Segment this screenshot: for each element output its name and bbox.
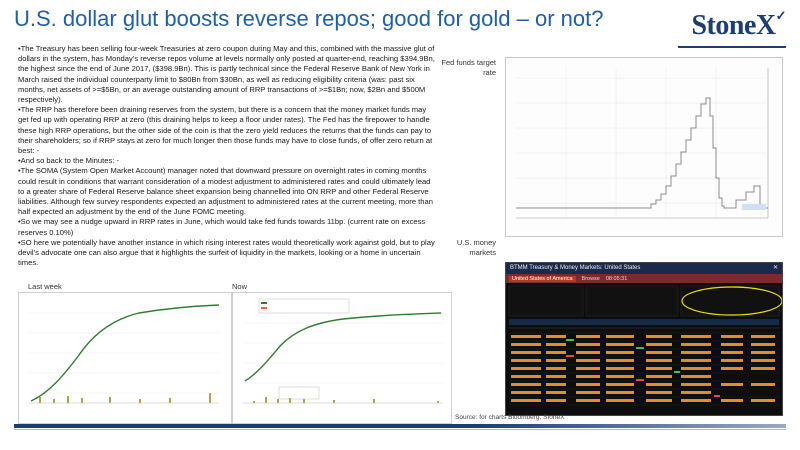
last-week-curve-graphic — [29, 304, 220, 404]
paragraph-2: •The RRP has therefore been draining res… — [18, 105, 433, 156]
bbg-toolbar: United States of America Browse 08:05:31 — [506, 274, 782, 283]
body-text: •The Treasury has been selling four-week… — [18, 44, 438, 268]
logo-underline — [678, 46, 786, 48]
slide-title: U.S. dollar glut boosts reverse repos; g… — [14, 6, 604, 31]
now-curve-chart — [232, 292, 452, 424]
paragraph-1: •The Treasury has been selling four-week… — [18, 44, 435, 105]
now-curve-graphic — [243, 298, 443, 404]
bbg-header: BTMM Treasury & Money Markets: United St… — [510, 265, 641, 271]
fed-funds-label: Fed funds target rate — [441, 58, 496, 77]
bbg-time: 08:05:31 — [605, 275, 628, 282]
fed-funds-chart — [505, 57, 783, 237]
now-label: Now — [232, 282, 248, 291]
bbg-region[interactable]: United States of America — [509, 275, 576, 282]
source-note: Source: for charts Bloomberg, StoneX — [455, 414, 565, 421]
money-markets-screen: BTMM Treasury & Money Markets: United St… — [505, 262, 783, 416]
bbg-grid-graphic — [506, 283, 782, 415]
stonex-logo: StoneX✓ — [691, 7, 786, 41]
bbg-browse[interactable]: Browse — [582, 276, 600, 282]
money-markets-label: U.S. money markets — [456, 238, 496, 257]
last-week-curve-chart — [18, 292, 232, 424]
paragraph-5: •So we may see a nudge upward in RRP rat… — [18, 217, 426, 237]
last-week-label: Last week — [28, 282, 62, 291]
paragraph-6: •SO here we potentially have another ins… — [18, 237, 435, 268]
fed-funds-chart-graphic — [516, 68, 769, 219]
paragraph-3: •And so back to the Minutes: - — [18, 156, 120, 166]
footer-rule — [14, 429, 786, 430]
bbg-titlebar: BTMM Treasury & Money Markets: United St… — [506, 263, 782, 274]
paragraph-4: •The SOMA (System Open Market Account) m… — [18, 166, 433, 217]
footer-bar — [14, 424, 786, 428]
